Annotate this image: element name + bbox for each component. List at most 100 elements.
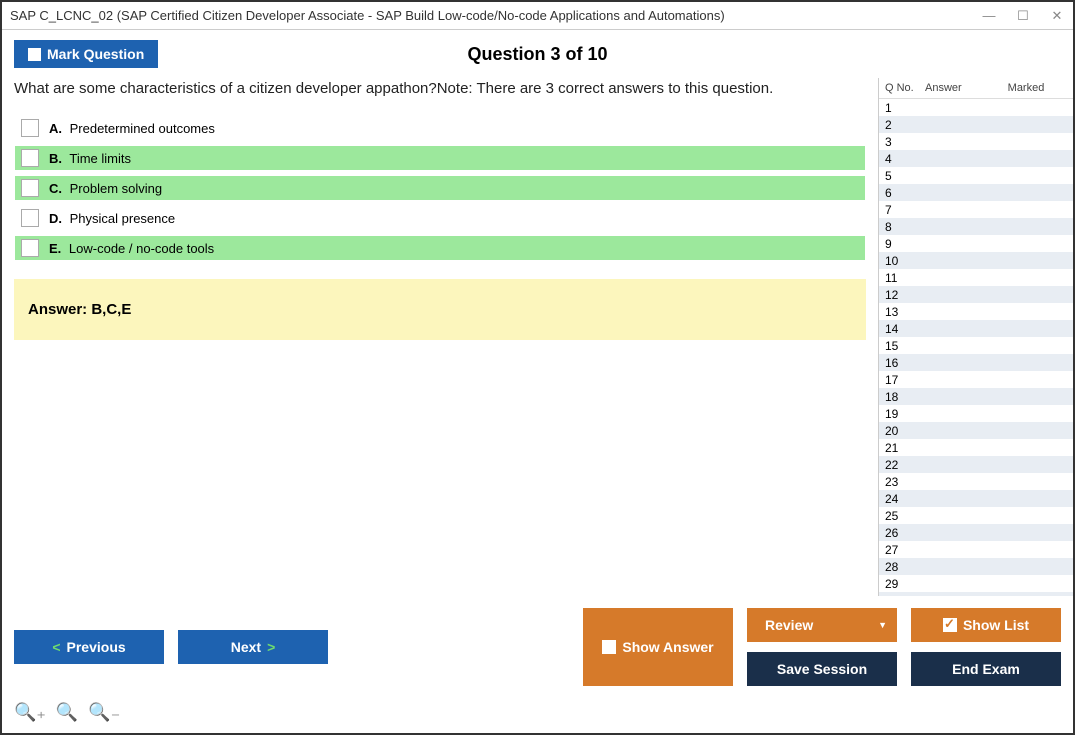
sidebar-row[interactable]: 27 [879,541,1073,558]
sidebar-qno: 11 [885,271,925,285]
sidebar-qno: 1 [885,101,925,115]
sidebar-qno: 14 [885,322,925,336]
minimize-icon[interactable]: — [981,8,997,24]
sidebar-row[interactable]: 3 [879,133,1073,150]
sidebar-row[interactable]: 23 [879,473,1073,490]
option-row[interactable]: C. Problem solving [14,175,866,201]
option-row[interactable]: A. Predetermined outcomes [14,115,866,141]
sidebar-row[interactable]: 24 [879,490,1073,507]
zoom-reset-icon[interactable]: 🔍 [56,702,78,723]
sidebar-row[interactable]: 22 [879,456,1073,473]
content: Mark Question Question 3 of 10 What are … [2,30,1073,733]
option-text: Predetermined outcomes [66,121,215,136]
sidebar-qno: 6 [885,186,925,200]
sidebar-row[interactable]: 20 [879,422,1073,439]
sidebar-row[interactable]: 15 [879,337,1073,354]
button-bar: < Previous Next > Show Answer Review ▼ [2,596,1073,698]
option-checkbox[interactable] [21,149,39,167]
option-checkbox[interactable] [21,239,39,257]
option-checkbox[interactable] [21,179,39,197]
sidebar-qno: 8 [885,220,925,234]
sidebar-qno: 27 [885,543,925,557]
sidebar-qno: 2 [885,118,925,132]
option-row[interactable]: B. Time limits [14,145,866,171]
question-area: What are some characteristics of a citiz… [2,78,878,596]
sidebar-qno: 15 [885,339,925,353]
show-list-button[interactable]: Show List [911,608,1061,642]
sidebar-row[interactable]: 17 [879,371,1073,388]
sidebar-row[interactable]: 2 [879,116,1073,133]
window-title: SAP C_LCNC_02 (SAP Certified Citizen Dev… [10,8,981,23]
sidebar-row[interactable]: 25 [879,507,1073,524]
sidebar-qno: 25 [885,509,925,523]
save-session-button[interactable]: Save Session [747,652,897,686]
sidebar-row[interactable]: 21 [879,439,1073,456]
option-text: Problem solving [66,181,162,196]
sidebar-qno: 24 [885,492,925,506]
review-save-col: Review ▼ Save Session [747,608,897,686]
app-window: SAP C_LCNC_02 (SAP Certified Citizen Dev… [0,0,1075,735]
mark-question-label: Mark Question [47,46,144,62]
end-exam-label: End Exam [952,661,1020,677]
previous-button[interactable]: < Previous [14,630,164,664]
sidebar-qno: 17 [885,373,925,387]
next-button[interactable]: Next > [178,630,328,664]
sidebar-row[interactable]: 18 [879,388,1073,405]
sidebar-row[interactable]: 10 [879,252,1073,269]
sidebar-row[interactable]: 16 [879,354,1073,371]
option-checkbox[interactable] [21,209,39,227]
option-row[interactable]: E. Low-code / no-code tools [14,235,866,261]
sidebar-qno: 16 [885,356,925,370]
main-area: What are some characteristics of a citiz… [2,78,1073,596]
sidebar-row[interactable]: 19 [879,405,1073,422]
option-checkbox[interactable] [21,119,39,137]
sidebar-row[interactable]: 9 [879,235,1073,252]
sidebar-row[interactable]: 6 [879,184,1073,201]
option-letter: B. [49,151,62,166]
sidebar-row[interactable]: 7 [879,201,1073,218]
sidebar-row[interactable]: 14 [879,320,1073,337]
sidebar-qno: 28 [885,560,925,574]
option-letter: A. [49,121,62,136]
sidebar-qno: 21 [885,441,925,455]
sidebar-row[interactable]: 29 [879,575,1073,592]
chevron-down-icon: ▼ [878,620,887,630]
end-exam-button[interactable]: End Exam [911,652,1061,686]
sidebar-row[interactable]: 1 [879,99,1073,116]
sidebar-header: Q No. Answer Marked [879,78,1073,99]
sidebar-qno: 29 [885,577,925,591]
option-letter: D. [49,211,62,226]
checkbox-icon [602,640,616,654]
header-row: Mark Question Question 3 of 10 [2,30,1073,78]
sidebar-row[interactable]: 4 [879,150,1073,167]
option-row[interactable]: D. Physical presence [14,205,866,231]
sidebar-row[interactable]: 12 [879,286,1073,303]
show-answer-button[interactable]: Show Answer [583,608,733,686]
sidebar-row[interactable]: 5 [879,167,1073,184]
chevron-left-icon: < [52,639,60,655]
col-answer: Answer [925,82,985,94]
question-text: What are some characteristics of a citiz… [14,78,866,99]
mark-question-button[interactable]: Mark Question [14,40,158,68]
zoom-out-icon[interactable]: 🔍₋ [88,702,120,723]
sidebar-qno: 26 [885,526,925,540]
next-label: Next [231,639,261,655]
sidebar-row[interactable]: 8 [879,218,1073,235]
review-button[interactable]: Review ▼ [747,608,897,642]
maximize-icon[interactable]: ☐ [1015,8,1031,24]
sidebar-row[interactable]: 28 [879,558,1073,575]
window-controls: — ☐ ✕ [981,8,1065,24]
close-icon[interactable]: ✕ [1049,8,1065,24]
check-icon [943,618,957,632]
col-qno: Q No. [885,82,925,94]
zoom-in-icon[interactable]: 🔍₊ [14,702,46,723]
sidebar-list[interactable]: 1234567891011121314151617181920212223242… [879,99,1073,596]
sidebar-row[interactable]: 13 [879,303,1073,320]
previous-label: Previous [67,639,126,655]
save-session-label: Save Session [777,661,867,677]
sidebar-row[interactable]: 11 [879,269,1073,286]
option-letter: C. [49,181,62,196]
chevron-right-icon: > [267,639,275,655]
sidebar-row[interactable]: 26 [879,524,1073,541]
option-letter: E. [49,241,61,256]
